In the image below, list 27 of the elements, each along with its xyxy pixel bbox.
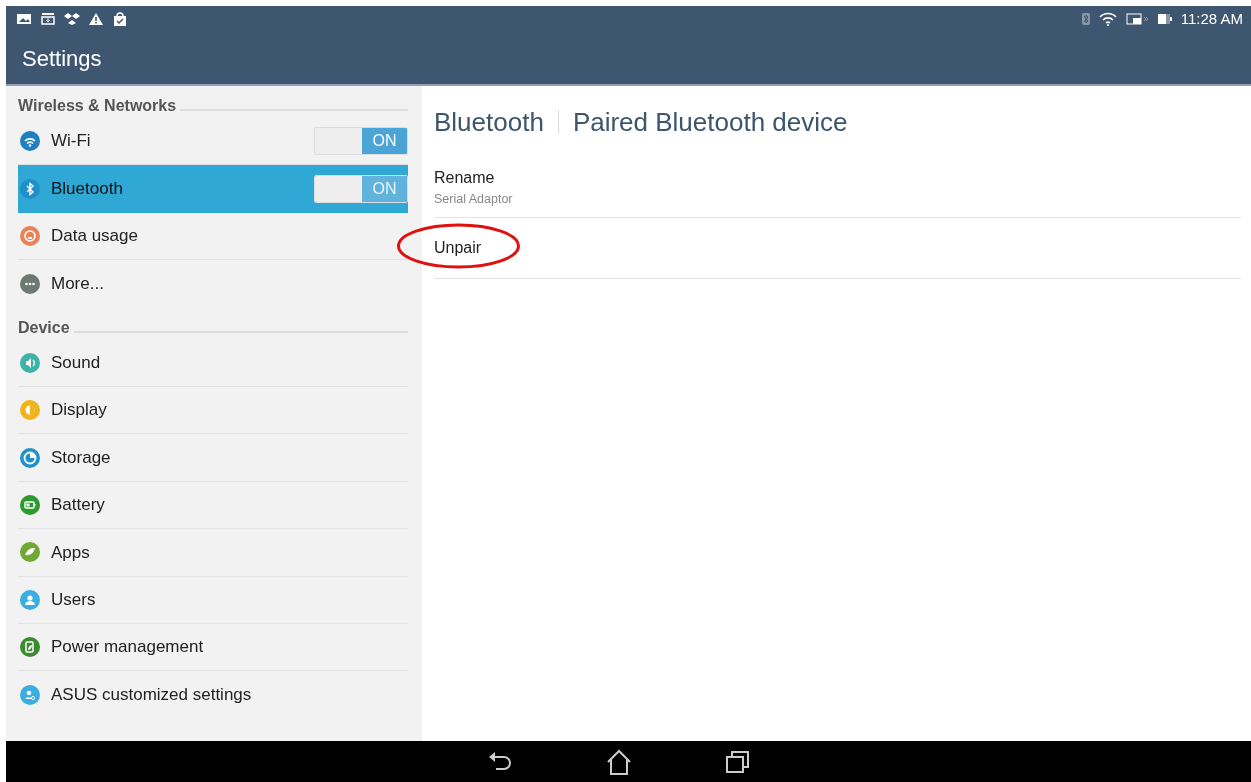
settings-item[interactable]: Users [18, 576, 408, 624]
breadcrumb-title[interactable]: Bluetooth [434, 102, 544, 142]
settings-item[interactable]: Data usage [18, 212, 408, 261]
download-icon [40, 12, 56, 26]
image-notification-icon [16, 12, 32, 26]
section-header: Device [18, 317, 70, 338]
settings-item[interactable]: Apps [18, 529, 408, 577]
settings-item[interactable]: Storage [18, 434, 408, 482]
settings-item[interactable]: Sound [18, 339, 408, 387]
settings-item[interactable]: Battery [18, 481, 408, 530]
setting-value: Serial Adaptor [434, 191, 514, 208]
wifi-icon [1098, 12, 1117, 26]
settings-item[interactable]: Bluetooth ON [18, 165, 408, 213]
setting-option[interactable]: Rename [434, 166, 495, 190]
warning-icon [88, 12, 104, 26]
shopping-bag-icon [112, 12, 128, 26]
settings-item[interactable]: More... [18, 260, 408, 308]
breadcrumb-title: Paired Bluetooth device [572, 105, 848, 139]
section-header: Wireless & Networks [18, 96, 177, 116]
settings-item[interactable]: Power management [18, 623, 408, 672]
bluetooth-icon [1080, 12, 1091, 26]
recent-apps-icon[interactable] [723, 748, 752, 775]
app-title: Settings [22, 44, 102, 73]
settings-item[interactable]: ASUS customized settings [18, 671, 408, 719]
battery-icon [1156, 12, 1173, 26]
settings-item[interactable]: Display [18, 386, 408, 435]
clock-time: 11:28 AM [1180, 8, 1243, 29]
